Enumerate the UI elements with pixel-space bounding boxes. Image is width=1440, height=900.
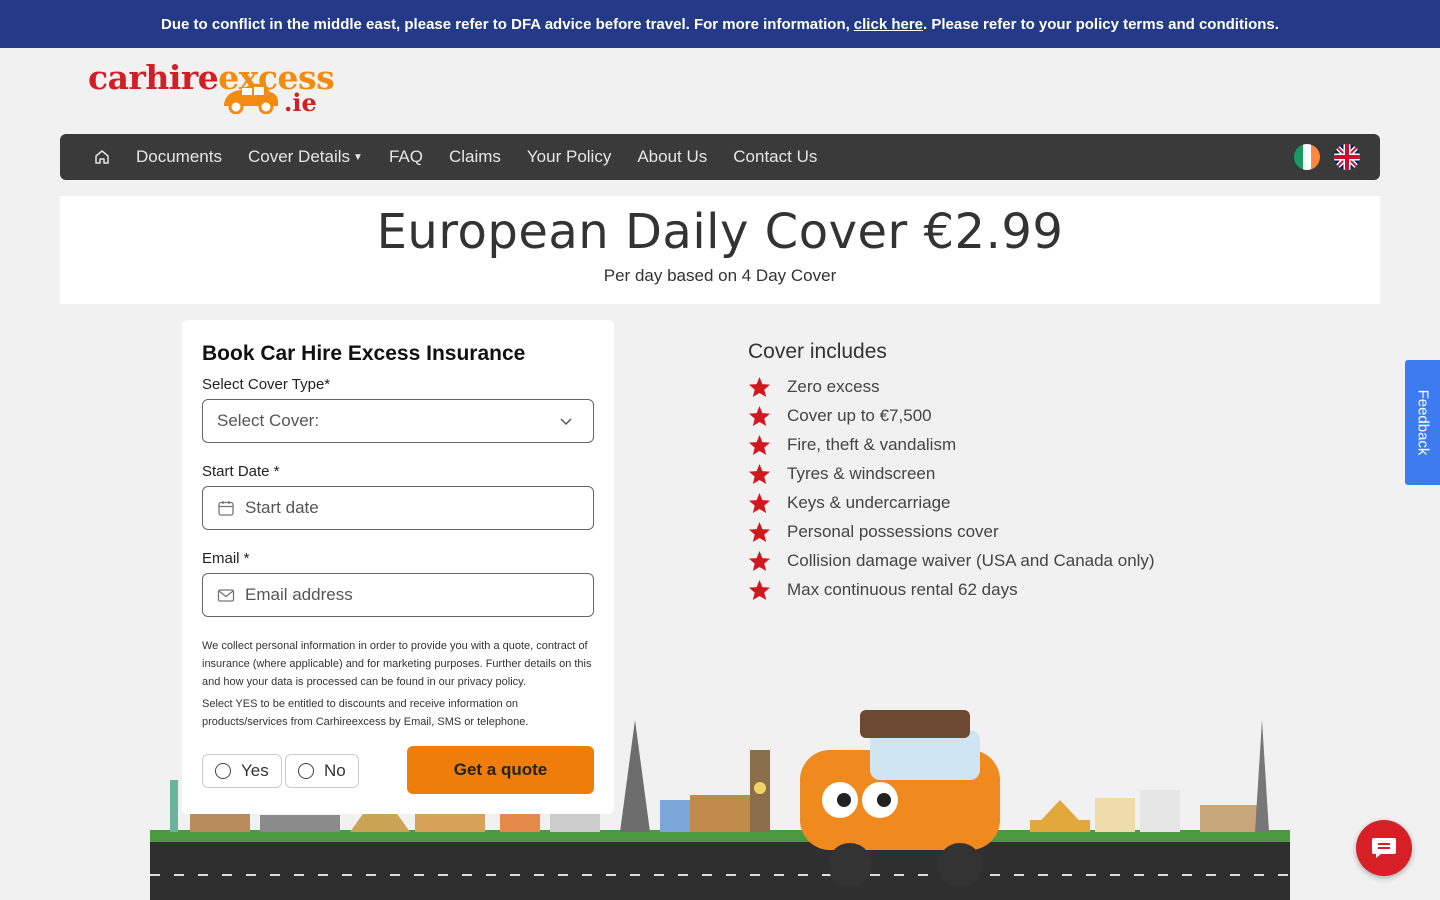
page-subtitle: Per day based on 4 Day Cover <box>603 266 837 285</box>
star-icon <box>748 521 771 542</box>
cover-item: Cover up to €7,500 <box>748 401 1155 430</box>
email-input[interactable]: Email address <box>202 573 594 617</box>
cover-item-label: Collision damage waiver (USA and Canada … <box>787 550 1155 570</box>
marketing-consent-text: Select YES to be entitled to discounts a… <box>202 698 529 728</box>
chevron-down-icon <box>560 418 572 426</box>
consent-yes-radio[interactable]: Yes <box>202 754 282 788</box>
caret-down-icon: ▼ <box>353 152 363 164</box>
star-icon <box>748 463 771 484</box>
calendar-icon <box>218 501 234 516</box>
no-label: No <box>324 761 346 780</box>
email-placeholder: Email address <box>245 585 353 604</box>
cover-type-label: Select Cover Type* <box>202 376 331 393</box>
consent-no-radio[interactable]: No <box>285 754 359 788</box>
page-title: European Daily Cover €2.99 <box>376 204 1064 260</box>
cover-item: Zero excess <box>748 372 1155 401</box>
home-icon[interactable] <box>94 148 112 166</box>
site-logo[interactable]: carhireexcess .ie <box>88 58 358 118</box>
form-actions: Yes No Get a quote <box>202 746 594 794</box>
cover-item-label: Zero excess <box>787 376 880 396</box>
feedback-tab[interactable]: Feedback <box>1405 360 1440 485</box>
cover-item-label: Cover up to €7,500 <box>787 405 932 425</box>
cover-type-select[interactable]: Select Cover: <box>202 399 594 443</box>
nav-item-about-us[interactable]: About Us <box>637 147 707 167</box>
nav-item-cover-details-label: Cover Details <box>247 147 351 166</box>
language-flags <box>1294 144 1360 170</box>
start-date-input[interactable]: Start date <box>202 486 594 530</box>
chat-button[interactable] <box>1356 820 1412 876</box>
nav-item-documents[interactable]: Documents <box>136 147 222 167</box>
star-icon <box>748 492 771 513</box>
cover-item-label: Max continuous rental 62 days <box>787 579 1018 599</box>
star-icon <box>748 434 771 455</box>
nav-item-claims[interactable]: Claims <box>449 147 501 167</box>
cover-item: Collision damage waiver (USA and Canada … <box>748 546 1155 575</box>
alert-click-here-link[interactable]: click here <box>854 16 923 33</box>
chat-bubble-icon <box>1372 838 1396 858</box>
hero-banner: European Daily Cover €2.99 Per day based… <box>60 196 1380 304</box>
alert-text-end: . Please refer to your policy terms and … <box>923 15 1279 33</box>
uk-flag-icon[interactable] <box>1334 144 1360 170</box>
cover-includes-title: Cover includes <box>748 340 887 363</box>
envelope-icon <box>217 589 235 602</box>
privacy-notice: We collect personal information in order… <box>202 640 592 688</box>
cover-item-label: Personal possessions cover <box>787 521 999 541</box>
cover-item-label: Fire, theft & vandalism <box>787 434 957 454</box>
cover-item: Fire, theft & vandalism <box>748 430 1155 459</box>
radio-circle-icon <box>298 763 314 779</box>
main-navbar: Documents Cover Details ▼ FAQ Claims Your… <box>60 134 1380 180</box>
star-icon <box>748 405 771 426</box>
cover-item: Max continuous rental 62 days <box>748 575 1155 604</box>
yes-label: Yes <box>241 761 269 780</box>
logo-word-carhire: carhire <box>88 58 219 97</box>
nav-item-cover-details[interactable]: Cover Details ▼ <box>248 147 363 167</box>
cover-item-label: Tyres & windscreen <box>787 463 936 483</box>
radio-circle-icon <box>215 763 231 779</box>
feedback-label: Feedback <box>1414 389 1431 456</box>
logo-car-icon <box>224 83 278 114</box>
cover-includes-section: Cover includes Zero excess Cover up to €… <box>748 340 1155 604</box>
email-label: Email * <box>202 550 250 567</box>
star-icon <box>748 376 771 397</box>
alert-text: Due to conflict in the middle east, plea… <box>161 15 850 33</box>
cover-item: Personal possessions cover <box>748 517 1155 546</box>
nav-item-contact-us[interactable]: Contact Us <box>733 147 817 167</box>
ireland-flag-icon[interactable] <box>1294 144 1320 170</box>
cover-item: Tyres & windscreen <box>748 459 1155 488</box>
nav-item-faq[interactable]: FAQ <box>389 147 423 167</box>
cover-item: Keys & undercarriage <box>748 488 1155 517</box>
form-title: Book Car Hire Excess Insurance <box>202 342 526 365</box>
get-quote-button[interactable]: Get a quote <box>407 746 594 794</box>
cover-type-value: Select Cover: <box>217 411 320 430</box>
start-date-placeholder: Start date <box>245 498 319 517</box>
star-icon <box>748 579 771 600</box>
travel-alert-banner: Due to conflict in the middle east, plea… <box>0 0 1440 48</box>
cover-item-label: Keys & undercarriage <box>787 492 951 512</box>
logo-tld: .ie <box>284 88 317 117</box>
nav-item-your-policy[interactable]: Your Policy <box>527 147 611 167</box>
start-date-label: Start Date * <box>202 463 280 480</box>
quote-form-card: Book Car Hire Excess Insurance Select Co… <box>182 320 614 814</box>
star-icon <box>748 550 771 571</box>
